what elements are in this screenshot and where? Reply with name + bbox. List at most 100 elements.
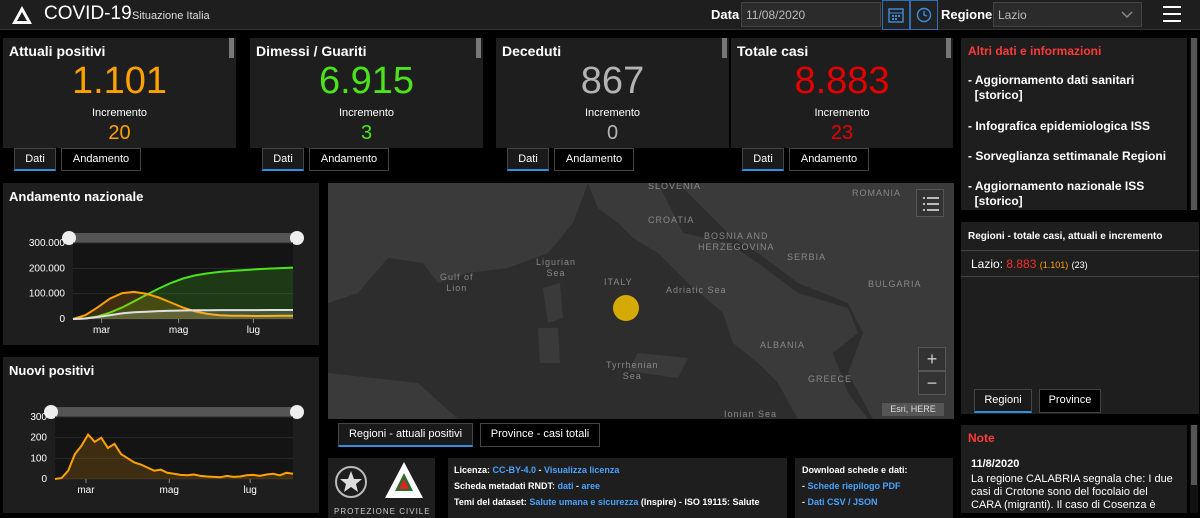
y-tick-label: 300 bbox=[30, 412, 47, 423]
card-deceduti: Deceduti 867 Incremento 0 bbox=[496, 38, 729, 148]
metadata-dati-link[interactable]: dati bbox=[558, 481, 574, 491]
tab-dati[interactable]: Dati bbox=[14, 148, 56, 171]
card-title: Totale casi bbox=[737, 43, 809, 59]
x-tick-label: mar bbox=[77, 485, 95, 496]
note-scrollbar[interactable] bbox=[1190, 425, 1198, 513]
map-view[interactable]: SLOVENIA CROATIA BOSNIA AND HERZEGOVINA … bbox=[328, 183, 954, 419]
card-increment-value: 0 bbox=[606, 122, 619, 144]
card-value: 6.915 bbox=[318, 60, 415, 102]
themes-iso: (Inspire) - ISO 19115: Salute bbox=[638, 497, 760, 507]
y-tick-label: 100 bbox=[30, 453, 47, 464]
download-csv-link[interactable]: Dati CSV / JSON bbox=[808, 497, 878, 507]
link-sorveglianza-settimanale[interactable]: - Sorveglianza settimanale Regioni bbox=[968, 149, 1166, 164]
download-pdf-row: - Schede riepilogo PDF bbox=[802, 481, 901, 491]
time-button[interactable] bbox=[910, 0, 938, 30]
card-scrollbar[interactable] bbox=[229, 38, 234, 58]
tab-regioni[interactable]: Regioni bbox=[974, 389, 1032, 413]
map-label-gulf-of-lion: Gulf of Lion bbox=[440, 272, 474, 293]
protezione-civile-logo-icon bbox=[12, 6, 32, 24]
license-separator: - bbox=[536, 465, 545, 475]
card-increment-label: Incremento bbox=[584, 107, 641, 119]
metadata-row: Scheda metadati RNDT: dati - aree bbox=[454, 481, 600, 491]
regioni-divider bbox=[961, 250, 1199, 251]
card-increment-value: 23 bbox=[830, 122, 854, 144]
header-bar: COVID-19 Situazione Italia Data Regione … bbox=[0, 0, 1200, 30]
tab-regioni-attuali-positivi[interactable]: Regioni - attuali positivi bbox=[338, 423, 473, 447]
regioni-divider bbox=[961, 276, 1199, 277]
hamburger-menu-button[interactable] bbox=[1158, 2, 1186, 28]
info-panel: Altri dati e informazioni - Aggiornament… bbox=[961, 38, 1187, 210]
card-increment-label: Incremento bbox=[91, 107, 148, 119]
card-value: 8.883 bbox=[794, 60, 890, 102]
tab-province[interactable]: Province bbox=[1039, 389, 1101, 413]
note-panel: Note 11/8/2020 La regione CALABRIA segna… bbox=[961, 425, 1187, 513]
andamento-nazionale-panel: Andamento nazionale 300.000 200.000 100.00… bbox=[3, 183, 319, 345]
download-box: Download schede e dati: - Schede riepilo… bbox=[795, 458, 953, 518]
right-scrollbar[interactable] bbox=[1190, 38, 1198, 210]
region-select-value: Lazio bbox=[998, 8, 1027, 22]
region-total: 8.883 bbox=[1006, 257, 1037, 271]
y-tick-label: 200.000 bbox=[29, 263, 66, 274]
menu-line-icon bbox=[1163, 13, 1181, 15]
map-label-ionian-sea: Ionian Sea bbox=[724, 409, 778, 419]
clock-icon bbox=[916, 7, 932, 23]
card-title: Dimessi / Guariti bbox=[256, 43, 367, 59]
region-select[interactable]: Lazio bbox=[993, 2, 1142, 27]
link-infografica-iss[interactable]: - Infografica epidemiologica ISS bbox=[968, 119, 1150, 134]
license-box: Licenza: CC-BY-4.0 - Visualizza licenza … bbox=[448, 458, 787, 518]
map-land bbox=[328, 183, 954, 419]
card-increment-label: Incremento bbox=[338, 107, 395, 119]
tab-dati[interactable]: Dati bbox=[262, 148, 304, 171]
tab-andamento[interactable]: Andamento bbox=[789, 148, 869, 171]
map-label-adriatic-sea: Adriatic Sea bbox=[666, 285, 727, 295]
range-slider-track[interactable] bbox=[69, 233, 297, 243]
view-license-link[interactable]: Visualizza licenza bbox=[544, 465, 619, 475]
link-aggiornamento-nazionale-iss[interactable]: - Aggiornamento nazionale ISS [storico] bbox=[968, 179, 1144, 209]
tab-dati[interactable]: Dati bbox=[742, 148, 784, 171]
card-increment-label: Incremento bbox=[814, 107, 870, 119]
metadata-aree-link[interactable]: aree bbox=[582, 481, 601, 491]
layer-list-button[interactable] bbox=[916, 189, 944, 217]
lazio-marker[interactable] bbox=[613, 295, 639, 321]
card-scrollbar[interactable] bbox=[476, 38, 481, 58]
x-tick-label: mar bbox=[93, 325, 111, 336]
y-tick-label: 0 bbox=[41, 474, 47, 485]
themes-link[interactable]: Salute umana e sicurezza bbox=[529, 497, 638, 507]
map-label-ligurian-sea: Ligurian Sea bbox=[536, 257, 577, 278]
region-label: Regione bbox=[941, 7, 993, 22]
regioni-row-lazio[interactable]: Lazio: 8.883 (1.101) (23) bbox=[971, 257, 1088, 271]
tab-province-casi-totali[interactable]: Province - casi totali bbox=[480, 423, 600, 447]
card-scrollbar[interactable] bbox=[946, 38, 951, 58]
region-increment: (23) bbox=[1071, 260, 1088, 270]
license-label: Licenza: bbox=[454, 465, 493, 475]
menu-line-icon bbox=[1163, 20, 1181, 22]
info-title: Altri dati e informazioni bbox=[968, 44, 1102, 58]
calendar-icon bbox=[888, 8, 904, 23]
map-label-bosnia: BOSNIA AND HERZEGOVINA bbox=[698, 231, 775, 252]
range-slider-track[interactable] bbox=[51, 407, 297, 417]
regioni-panel: Regioni - totale casi, attuali e increme… bbox=[961, 222, 1199, 414]
tab-dati[interactable]: Dati bbox=[507, 148, 549, 171]
zoom-in-button[interactable]: + bbox=[918, 347, 946, 371]
card-totale-casi: Totale casi 8.883 Incremento 23 bbox=[731, 38, 953, 148]
map-label-croatia: CROATIA bbox=[648, 215, 695, 225]
card-attuali-positivi: Attuali positivi 1.101 Incremento 20 bbox=[3, 38, 236, 148]
download-pdf-link[interactable]: Schede riepilogo PDF bbox=[808, 481, 901, 491]
link-aggiornamento-dati-sanitari[interactable]: - Aggiornamento dati sanitari [storico] bbox=[968, 73, 1134, 103]
app-subtitle: Situazione Italia bbox=[132, 10, 210, 22]
card-increment-value: 20 bbox=[108, 122, 131, 144]
italian-emblem-icon bbox=[335, 466, 367, 498]
card-dimessi-guariti: Dimessi / Guariti 6.915 Incremento 3 bbox=[250, 38, 483, 148]
map-label-greece: GREECE bbox=[808, 374, 853, 384]
date-input[interactable] bbox=[741, 2, 881, 27]
tab-andamento[interactable]: Andamento bbox=[309, 148, 389, 171]
card-scrollbar[interactable] bbox=[722, 38, 727, 58]
logos-box: PROTEZIONE CIVILE bbox=[328, 458, 435, 518]
card-increment-value: 3 bbox=[360, 122, 373, 144]
x-tick-label: mag bbox=[160, 485, 179, 496]
tab-andamento[interactable]: Andamento bbox=[61, 148, 141, 171]
calendar-button[interactable] bbox=[882, 0, 910, 30]
tab-andamento[interactable]: Andamento bbox=[554, 148, 634, 171]
zoom-out-button[interactable]: − bbox=[918, 371, 946, 395]
license-link[interactable]: CC-BY-4.0 bbox=[493, 465, 537, 475]
